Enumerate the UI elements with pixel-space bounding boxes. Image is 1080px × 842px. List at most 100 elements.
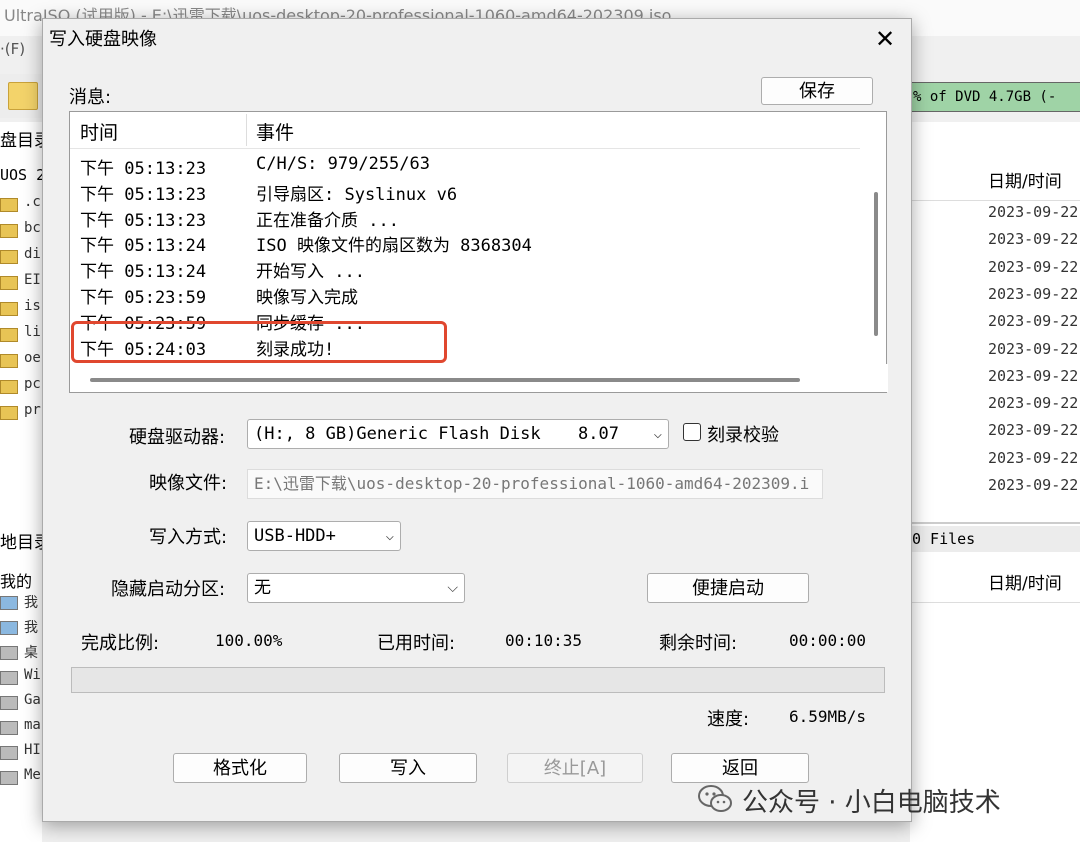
log-row[interactable]: 下午 05:13:23 引导扇区: Syslinux v6 (70, 178, 860, 205)
folder-icon (0, 250, 18, 264)
local-tree-item[interactable]: ma (24, 717, 41, 733)
log-event: 引导扇区: Syslinux v6 (256, 184, 458, 205)
column-divider[interactable] (246, 114, 247, 146)
file-date: 2023-09-22 (988, 476, 1079, 494)
save-button[interactable]: 保存 (761, 77, 873, 105)
folder-icon (0, 328, 18, 342)
verify-label[interactable]: 刻录校验 (707, 421, 779, 447)
log-row[interactable]: 下午 05:13:23 正在准备介质 ... (70, 204, 860, 231)
log-header: 时间 事件 (70, 112, 860, 149)
stop-button[interactable]: 终止[A] (507, 753, 643, 783)
disc-tree-item[interactable]: EI (24, 272, 41, 288)
done-ratio-value: 100.00% (215, 631, 283, 650)
local-tree-item[interactable]: Ga (24, 692, 41, 708)
folder-icon (0, 302, 18, 316)
chevron-down-icon: ⌵ (385, 528, 394, 544)
column-header-datetime: 日期/时间 (910, 164, 1080, 201)
log-row[interactable]: 下午 05:13:24 ISO 映像文件的扇区数为 8368304 (70, 229, 860, 257)
file-date: 2023-09-22 (988, 284, 1079, 303)
file-date: 2023-09-22 (988, 230, 1079, 249)
file-date: 2023-09-22 (988, 448, 1079, 467)
local-tree-item[interactable]: 我 (24, 592, 38, 612)
file-date: 2023-09-22 (988, 257, 1079, 276)
local-tree-item[interactable]: Me (24, 767, 41, 783)
drive-icon (0, 671, 18, 685)
log-time: 下午 05:13:23 (80, 159, 207, 179)
pane-divider[interactable] (910, 522, 1080, 524)
log-event: 开始写入 ... (256, 262, 365, 283)
elapsed-time-label: 已用时间: (377, 633, 456, 654)
hidden-partition-label: 隐藏启动分区: (111, 579, 226, 600)
disc-tree-item[interactable]: oe (24, 350, 41, 366)
speed-value: 6.59MB/s (789, 707, 867, 726)
format-button[interactable]: 格式化 (173, 753, 307, 783)
log-event: ISO 映像文件的扇区数为 8368304 (256, 236, 532, 257)
write-button[interactable]: 写入 (339, 753, 477, 783)
log-event: 正在准备介质 ... (256, 210, 399, 231)
image-file-label: 映像文件: (149, 473, 228, 494)
column-header-datetime-label-2[interactable]: 日期/时间 (988, 566, 1062, 602)
log-column-event[interactable]: 事件 (256, 118, 294, 145)
local-tree-item[interactable]: HI (24, 742, 41, 758)
hidden-partition-select[interactable]: 无 ⌵ (247, 573, 465, 603)
log-row[interactable]: 下午 05:13:23 C/H/S: 979/255/63 (70, 152, 860, 179)
scrollbar-thumb[interactable] (874, 192, 878, 336)
file-date: 2023-09-22 (988, 339, 1079, 358)
log-horizontal-scrollbar[interactable] (70, 364, 888, 392)
disc-tree-item[interactable]: bc (24, 220, 41, 236)
drive-icon (0, 646, 18, 660)
quick-boot-button[interactable]: 便捷启动 (647, 573, 809, 603)
disc-tree-item[interactable]: di (24, 246, 41, 262)
log-column-time[interactable]: 时间 (80, 118, 118, 145)
log-time: 下午 05:13:24 (80, 262, 207, 283)
file-date: 2023-09-22 (988, 366, 1079, 385)
file-date: 2023-09-22 (988, 203, 1079, 221)
disc-tree-item[interactable]: is (24, 298, 41, 314)
log-row[interactable]: 下午 05:23:59 映像写入完成 (70, 281, 860, 308)
log-row[interactable]: 下午 05:13:24 开始写入 ... (70, 255, 860, 283)
log-event: C/H/S: 979/255/63 (256, 154, 430, 174)
column-header-datetime-label[interactable]: 日期/时间 (988, 164, 1062, 200)
drive-version: 8.07 (578, 424, 619, 444)
log-time: 下午 05:23:59 (80, 288, 207, 308)
disc-root-item[interactable]: UOS 2 (0, 166, 45, 184)
open-folder-icon[interactable] (8, 82, 38, 110)
remaining-time-value: 00:00:00 (789, 631, 867, 650)
write-mode-select[interactable]: USB-HDD+ ⌵ (247, 521, 401, 551)
folder-icon (0, 198, 18, 212)
column-header-datetime-2: 日期/时间 (910, 566, 1080, 603)
drive-select[interactable]: (H:, 8 GB)Generic Flash Disk 8.07 ⌵ (247, 419, 669, 449)
drive-icon (0, 771, 18, 785)
speed-label: 速度: (707, 709, 750, 730)
file-date: 2023-09-22 (988, 421, 1079, 440)
drive-icon (0, 721, 18, 735)
close-icon[interactable]: ✕ (871, 25, 899, 53)
local-tree-item[interactable]: Wi (24, 667, 41, 683)
log-event: 映像写入完成 (256, 288, 358, 308)
write-disk-image-dialog: 写入硬盘映像 ✕ 消息: 保存 时间 事件 下午 05:13:23 C/H/S: … (42, 18, 912, 822)
messages-label: 消息: (69, 87, 112, 108)
log-vertical-scrollbar[interactable] (860, 112, 884, 362)
my-computer-item[interactable]: 我的 (0, 568, 32, 592)
local-tree-item[interactable]: 我 (24, 617, 38, 637)
wechat-icon (698, 785, 732, 812)
disc-tree-item[interactable]: li (24, 324, 41, 340)
disc-tree-item[interactable]: .c (24, 194, 41, 210)
image-file-field[interactable]: E:\迅雷下载\uos-desktop-20-professional-1060… (247, 469, 823, 499)
disc-tree-item[interactable]: pc (24, 376, 41, 392)
menu-file[interactable]: ·(F) (0, 40, 25, 58)
verify-checkbox[interactable] (683, 423, 701, 441)
success-highlight-box (71, 321, 447, 363)
drive-icon (0, 621, 18, 635)
folder-icon (0, 406, 18, 420)
log-time: 下午 05:13:23 (80, 210, 207, 231)
hidden-partition-value: 无 (254, 578, 271, 598)
back-button[interactable]: 返回 (671, 753, 809, 783)
progress-fill (72, 668, 884, 692)
file-date: 2023-09-22 (988, 394, 1079, 413)
disc-tree-item[interactable]: pr (24, 402, 41, 418)
drive-icon (0, 696, 18, 710)
scrollbar-thumb-horizontal[interactable] (90, 378, 800, 382)
write-mode-value: USB-HDD+ (254, 526, 336, 546)
local-tree-item[interactable]: 桌 (24, 642, 38, 662)
